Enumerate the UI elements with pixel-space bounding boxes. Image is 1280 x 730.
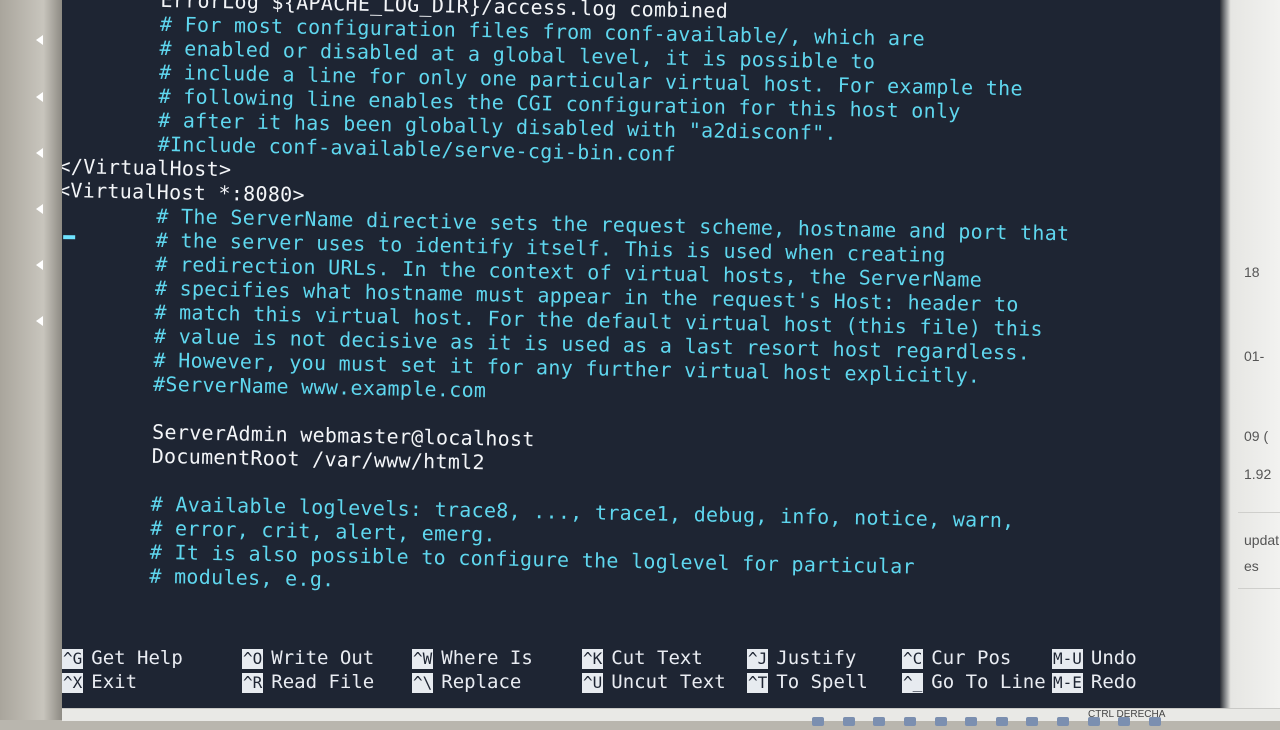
tray-icon[interactable] <box>965 717 978 726</box>
tray-icon[interactable] <box>812 717 824 726</box>
shortcut-label: Undo <box>1090 647 1137 669</box>
shortcut-key: ^\ <box>412 673 434 693</box>
shortcut-cur-pos[interactable]: ^C Cur Pos <box>902 646 1011 670</box>
shortcut-label: Cur Pos <box>931 647 1012 669</box>
tray-icon[interactable] <box>842 717 855 726</box>
shortcut-label: Exit <box>91 671 138 693</box>
shortcut-write-out[interactable]: ^O Write Out <box>242 646 374 670</box>
background-text: 09 ( <box>1244 428 1269 444</box>
tray-icon[interactable] <box>873 717 886 726</box>
shortcut-justify[interactable]: ^J Justify <box>747 646 856 670</box>
shortcut-key: ^_ <box>902 673 924 693</box>
shortcut-uncut-text[interactable]: ^U Uncut Text <box>582 670 726 694</box>
background-window: 18 01- 09 ( 1.92 updat es <box>1220 0 1280 720</box>
shortcut-key: M-U <box>1052 649 1083 669</box>
shortcut-label: Write Out <box>271 647 375 669</box>
tray-icon[interactable] <box>903 717 916 726</box>
shortcut-label: Replace <box>441 671 522 693</box>
shortcut-key: ^W <box>412 649 434 669</box>
tray-icon[interactable] <box>934 717 947 726</box>
background-text: updat <box>1244 532 1280 548</box>
shortcut-go-to-line[interactable]: ^_ Go To Line <box>902 670 1046 694</box>
shortcut-exit[interactable]: ^X Exit <box>62 670 137 694</box>
terminal-window[interactable]: ErrorLog ${APACHE_LOG_DIR}/access.log co… <box>62 0 1220 708</box>
left-arrow-icon <box>36 148 43 158</box>
shortcut-key: ^U <box>582 673 604 693</box>
shortcut-where-is[interactable]: ^W Where Is <box>412 646 533 670</box>
left-arrow-icon <box>36 92 43 102</box>
shortcut-label: Cut Text <box>611 647 703 669</box>
tray-icon[interactable] <box>995 717 1008 726</box>
shortcut-key: ^K <box>582 649 604 669</box>
shortcut-key: ^J <box>747 649 769 669</box>
left-arrow-icon <box>36 260 43 270</box>
left-arrow-icon <box>36 35 43 45</box>
shortcut-key: M-E <box>1052 673 1083 693</box>
shortcut-label: Get Help <box>91 647 183 669</box>
virtualhost-tag-line[interactable]: </VirtualHost> <box>62 154 232 181</box>
taskbar: CTRL DERECHA <box>62 708 1280 726</box>
shortcut-key: ^C <box>902 649 924 669</box>
background-text: 01- <box>1244 348 1265 364</box>
comment-line[interactable]: # modules, e.g. <box>62 562 335 592</box>
divider <box>1238 588 1280 589</box>
nano-shortcut-bar: ^G Get Help ^O Write Out ^W Where Is ^K Cut Tex… <box>62 646 1220 702</box>
background-text: 1.92 <box>1244 466 1272 482</box>
shortcut-key: ^G <box>62 649 84 669</box>
shortcut-to-spell[interactable]: ^T To Spell <box>747 670 868 694</box>
shortcut-read-file[interactable]: ^R Read File <box>242 670 374 694</box>
shortcut-undo[interactable]: M-U Undo <box>1052 646 1137 670</box>
background-text: 18 <box>1244 264 1260 280</box>
left-arrow-icon <box>36 316 43 326</box>
shortcut-cut-text[interactable]: ^K Cut Text <box>582 646 703 670</box>
left-arrow-icon <box>36 204 43 214</box>
shortcut-key: ^R <box>242 673 264 693</box>
shortcut-redo[interactable]: M-E Redo <box>1052 670 1137 694</box>
tray-icon[interactable] <box>1026 717 1039 726</box>
shortcut-key: ^X <box>62 673 84 693</box>
shortcut-label: Redo <box>1090 671 1137 693</box>
shortcut-label: Where Is <box>441 647 533 669</box>
shortcut-replace[interactable]: ^\ Replace <box>412 670 521 694</box>
left-background-strip <box>0 0 62 720</box>
shortcut-label: To Spell <box>776 671 868 693</box>
shortcut-key: ^T <box>747 673 769 693</box>
host-key-label: CTRL DERECHA <box>1088 709 1166 720</box>
divider <box>1238 512 1280 513</box>
tray-icon[interactable] <box>1057 717 1070 726</box>
background-text: es <box>1244 558 1259 574</box>
shortcut-get-help[interactable]: ^G Get Help <box>62 646 183 670</box>
shortcut-label: Uncut Text <box>611 671 726 693</box>
shortcut-label: Read File <box>271 671 375 693</box>
shortcut-label: Justify <box>776 647 857 669</box>
shortcut-label: Go To Line <box>931 671 1046 693</box>
shortcut-key: ^O <box>242 649 264 669</box>
